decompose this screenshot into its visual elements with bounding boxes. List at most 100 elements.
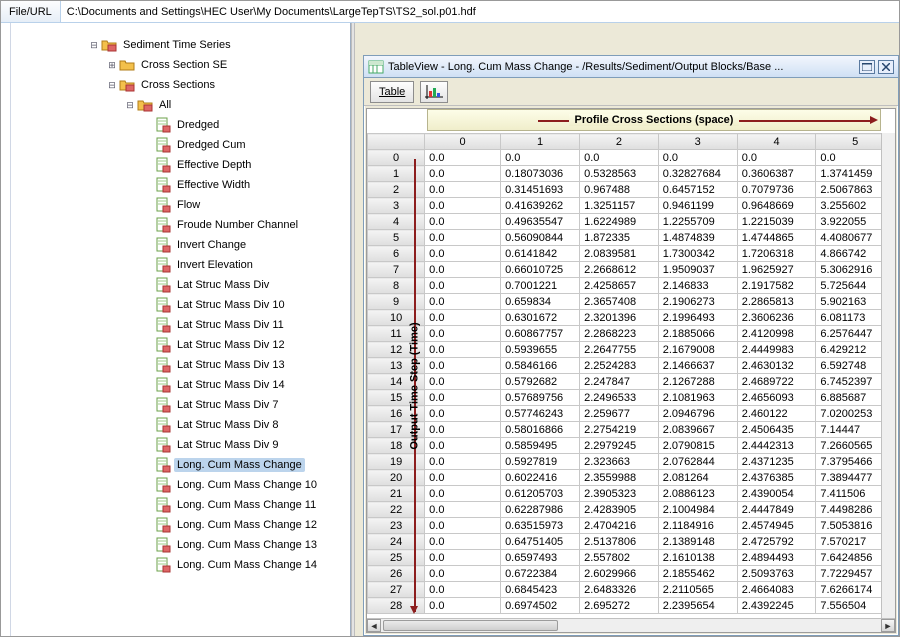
cell[interactable]: 2.2496533 — [580, 390, 659, 406]
cell[interactable]: 0.0 — [425, 390, 501, 406]
scroll-thumb[interactable] — [383, 620, 558, 631]
cell[interactable]: 0.5859495 — [501, 438, 580, 454]
cell[interactable]: 0.6845423 — [501, 582, 580, 598]
tree-leaf[interactable]: Long. Cum Mass Change 14 — [15, 555, 346, 575]
cell[interactable]: 0.41639262 — [501, 198, 580, 214]
cell[interactable]: 2.0839667 — [658, 422, 737, 438]
table-mode-button[interactable]: Table — [370, 81, 414, 103]
cell[interactable]: 2.4725792 — [737, 534, 816, 550]
cell[interactable]: 2.2979245 — [580, 438, 659, 454]
cell[interactable]: 2.1996493 — [658, 310, 737, 326]
maximize-icon[interactable] — [859, 60, 875, 74]
tree-leaf[interactable]: Invert Elevation — [15, 255, 346, 275]
table-row[interactable]: 180.00.58594952.29792452.07908152.444231… — [368, 438, 895, 454]
cell[interactable]: 2.4442313 — [737, 438, 816, 454]
cell[interactable]: 2.4120998 — [737, 326, 816, 342]
cell[interactable]: 2.1855462 — [658, 566, 737, 582]
cell[interactable]: 0.6301672 — [501, 310, 580, 326]
cell[interactable]: 0.0 — [425, 214, 501, 230]
cell[interactable]: 1.872335 — [580, 230, 659, 246]
table-row[interactable]: 10.00.180730360.53285630.328276840.36063… — [368, 166, 895, 182]
cell[interactable]: 0.31451693 — [501, 182, 580, 198]
cell[interactable]: 2.1917582 — [737, 278, 816, 294]
tree-node-all[interactable]: ⊟All — [15, 95, 346, 115]
tree-twistie[interactable]: ⊞ — [105, 60, 119, 71]
cell[interactable]: 0.0 — [425, 182, 501, 198]
scroll-left-button[interactable]: ◄ — [367, 619, 381, 632]
cell[interactable]: 0.0 — [425, 582, 501, 598]
cell[interactable]: 0.0 — [425, 486, 501, 502]
cell[interactable]: 0.0 — [425, 438, 501, 454]
table-row[interactable]: 170.00.580168662.27542192.08396672.45064… — [368, 422, 895, 438]
table-row[interactable]: 210.00.612057032.39053232.08861232.43900… — [368, 486, 895, 502]
tree-leaf[interactable]: Froude Number Channel — [15, 215, 346, 235]
cell[interactable]: 2.259677 — [580, 406, 659, 422]
cell[interactable]: 2.081264 — [658, 470, 737, 486]
tree-node-cross-section-se[interactable]: ⊞Cross Section SE — [15, 55, 346, 75]
cell[interactable]: 2.3606236 — [737, 310, 816, 326]
table-row[interactable]: 100.00.63016722.32013962.19964932.360623… — [368, 310, 895, 326]
cell[interactable]: 0.0 — [425, 310, 501, 326]
cell[interactable]: 2.2668612 — [580, 262, 659, 278]
table-row[interactable]: 240.00.647514052.51378062.13891482.47257… — [368, 534, 895, 550]
cell[interactable]: 2.4447849 — [737, 502, 816, 518]
table-row[interactable]: 130.00.58461662.25242832.14666372.463013… — [368, 358, 895, 374]
cell[interactable]: 2.0946796 — [658, 406, 737, 422]
cell[interactable]: 2.2647755 — [580, 342, 659, 358]
cell[interactable]: 0.0 — [501, 150, 580, 166]
cell[interactable]: 2.4449983 — [737, 342, 816, 358]
cell[interactable]: 0.0 — [580, 150, 659, 166]
tree-leaf[interactable]: Lat Struc Mass Div 7 — [15, 395, 346, 415]
column-header[interactable]: 3 — [658, 134, 737, 150]
cell[interactable]: 0.66010725 — [501, 262, 580, 278]
tree-leaf[interactable]: Lat Struc Mass Div 10 — [15, 295, 346, 315]
cell[interactable]: 0.0 — [425, 550, 501, 566]
cell[interactable]: 0.0 — [425, 422, 501, 438]
tree-leaf[interactable]: Long. Cum Mass Change 10 — [15, 475, 346, 495]
cell[interactable]: 0.5792682 — [501, 374, 580, 390]
cell[interactable]: 2.1184916 — [658, 518, 737, 534]
cell[interactable]: 2.247847 — [580, 374, 659, 390]
cell[interactable]: 2.0839581 — [580, 246, 659, 262]
cell[interactable]: 0.5939655 — [501, 342, 580, 358]
cell[interactable]: 0.9461199 — [658, 198, 737, 214]
cell[interactable]: 2.4664083 — [737, 582, 816, 598]
cell[interactable]: 0.0 — [425, 294, 501, 310]
cell[interactable]: 0.49635547 — [501, 214, 580, 230]
tree-node-root[interactable]: ⊟Sediment Time Series — [15, 35, 346, 55]
cell[interactable]: 2.4392245 — [737, 598, 816, 614]
cell[interactable]: 0.0 — [425, 374, 501, 390]
table-row[interactable]: 140.00.57926822.2478472.12672882.4689722… — [368, 374, 895, 390]
cell[interactable]: 0.0 — [425, 518, 501, 534]
cell[interactable]: 2.5093763 — [737, 566, 816, 582]
tree-twistie[interactable]: ⊟ — [105, 80, 119, 91]
table-row[interactable]: 270.00.68454232.64833262.21105652.466408… — [368, 582, 895, 598]
table-row[interactable]: 220.00.622879862.42839052.10049842.44478… — [368, 502, 895, 518]
cell[interactable]: 2.4376385 — [737, 470, 816, 486]
cell[interactable]: 2.1267288 — [658, 374, 737, 390]
table-row[interactable]: 230.00.635159732.47042162.11849162.45749… — [368, 518, 895, 534]
cell[interactable]: 2.1906273 — [658, 294, 737, 310]
cell[interactable]: 0.32827684 — [658, 166, 737, 182]
column-header[interactable]: 1 — [501, 134, 580, 150]
cell[interactable]: 0.5927819 — [501, 454, 580, 470]
tree-leaf[interactable]: Long. Cum Mass Change — [15, 455, 346, 475]
tree-leaf[interactable]: Lat Struc Mass Div — [15, 275, 346, 295]
cell[interactable]: 2.2524283 — [580, 358, 659, 374]
cell[interactable]: 0.61205703 — [501, 486, 580, 502]
cell[interactable]: 1.9625927 — [737, 262, 816, 278]
cell[interactable]: 0.5328563 — [580, 166, 659, 182]
cell[interactable]: 2.0886123 — [658, 486, 737, 502]
tree-leaf[interactable]: Long. Cum Mass Change 13 — [15, 535, 346, 555]
cell[interactable]: 2.557802 — [580, 550, 659, 566]
cell[interactable]: 2.460122 — [737, 406, 816, 422]
file-url-input[interactable] — [61, 1, 899, 22]
cell[interactable]: 1.3251157 — [580, 198, 659, 214]
cell[interactable]: 2.3905323 — [580, 486, 659, 502]
cell[interactable]: 0.57689756 — [501, 390, 580, 406]
cell[interactable]: 0.60867757 — [501, 326, 580, 342]
tree-twistie[interactable]: ⊟ — [123, 100, 137, 111]
cell[interactable]: 2.6483326 — [580, 582, 659, 598]
tree-leaf[interactable]: Lat Struc Mass Div 11 — [15, 315, 346, 335]
cell[interactable]: 0.0 — [425, 470, 501, 486]
